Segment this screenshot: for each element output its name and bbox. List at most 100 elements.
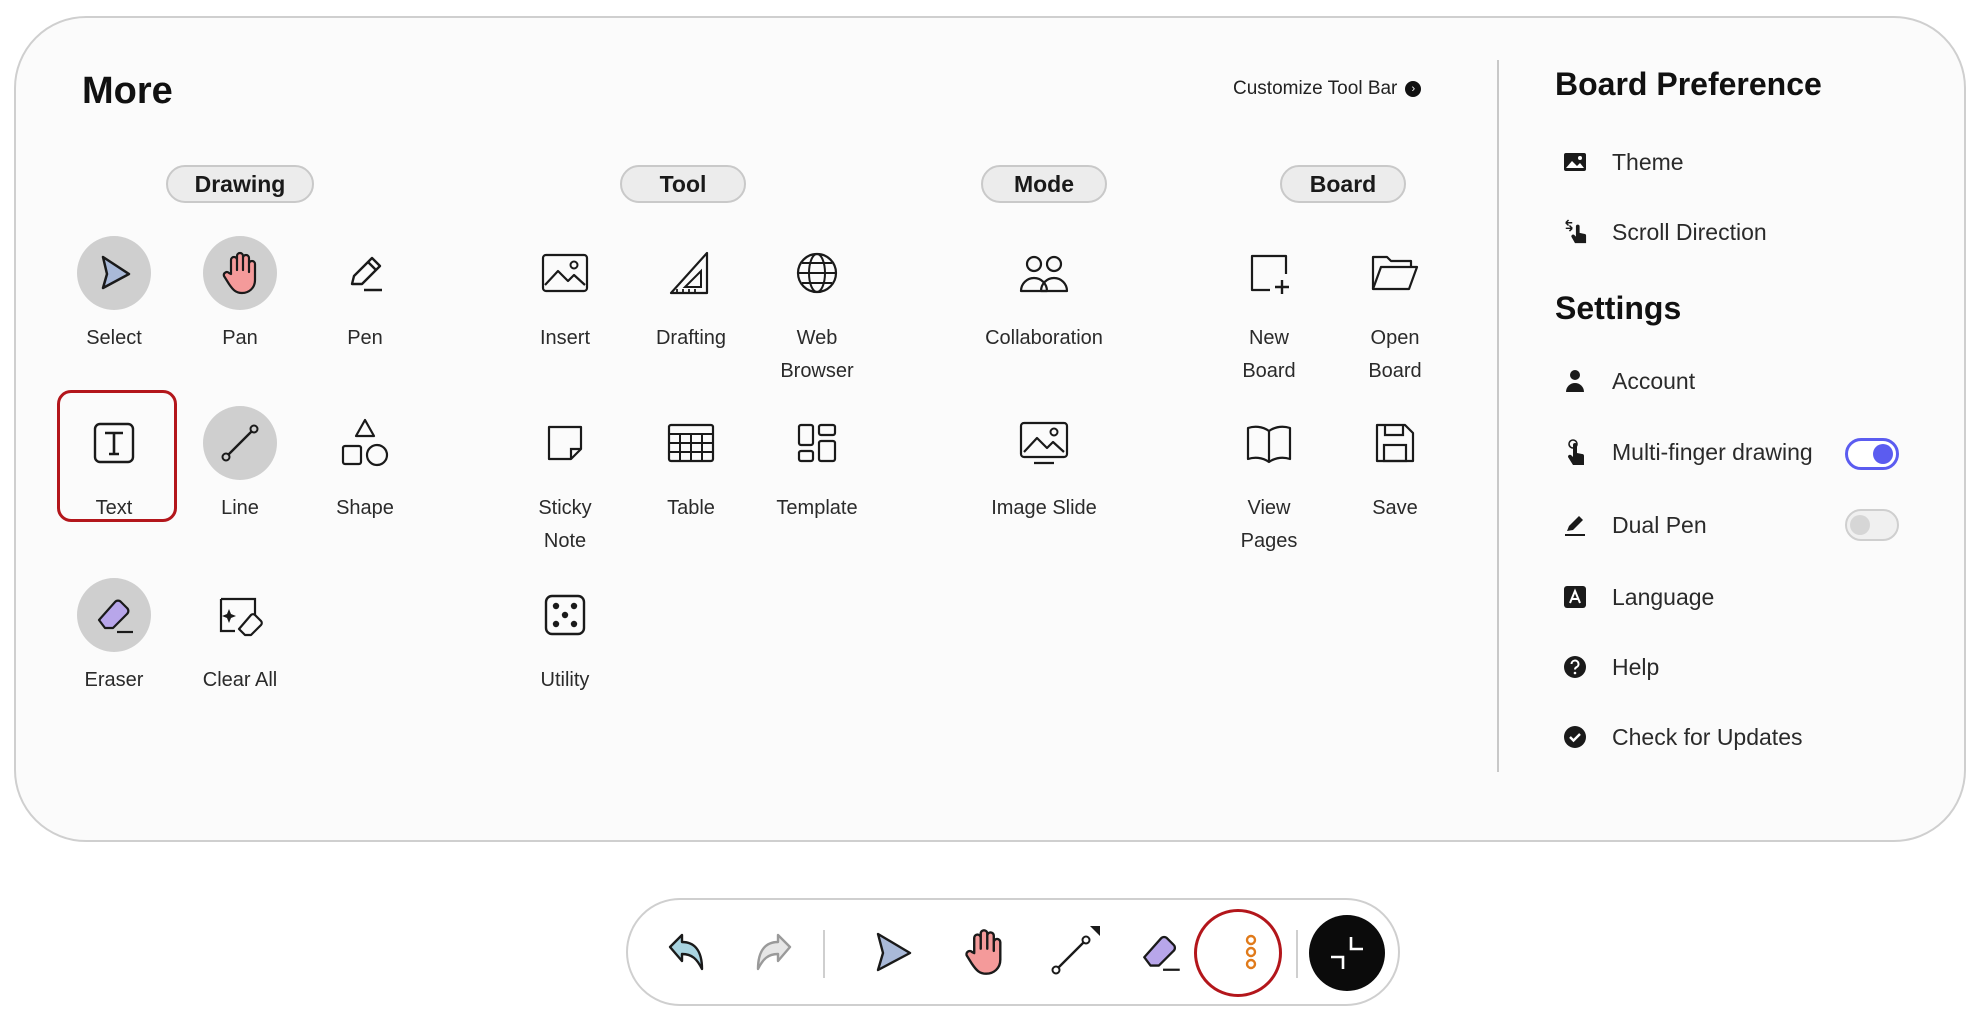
tool-insert[interactable]: Insert xyxy=(506,236,624,355)
users-icon xyxy=(1007,236,1081,310)
toolbar-separator xyxy=(1296,930,1298,978)
toolbar-separator xyxy=(823,930,825,978)
collapse-toolbar-button[interactable] xyxy=(1309,915,1385,991)
tool-view-pages[interactable]: View Pages xyxy=(1210,406,1328,558)
multi-finger-toggle[interactable] xyxy=(1845,438,1899,470)
tool-label: Drafting xyxy=(655,327,727,349)
eraser-icon xyxy=(77,578,151,652)
tool-label: Pen xyxy=(347,327,383,349)
theme-label: Theme xyxy=(1612,148,1684,175)
check-updates-item[interactable]: Check for Updates xyxy=(1563,717,1903,757)
tool-text[interactable]: Text xyxy=(55,406,173,525)
undo-icon xyxy=(668,933,704,971)
panel-divider xyxy=(1497,60,1499,772)
tool-select[interactable]: Select xyxy=(55,236,173,355)
image-icon xyxy=(528,236,602,310)
tool-utility[interactable]: Utility xyxy=(506,578,624,697)
tool-label: New Board xyxy=(1242,327,1296,382)
tool-template[interactable]: Template xyxy=(758,406,876,525)
select-arrow-icon xyxy=(876,932,912,972)
category-mode: Mode xyxy=(981,165,1107,203)
theme-icon xyxy=(1563,150,1587,174)
tool-drafting[interactable]: Drafting xyxy=(632,236,750,355)
language-label: Language xyxy=(1612,583,1715,610)
tool-new-board[interactable]: New Board xyxy=(1210,236,1328,388)
hand-icon xyxy=(965,929,1002,975)
tool-sticky-note[interactable]: Sticky Note xyxy=(506,406,624,558)
help-item[interactable]: Help xyxy=(1563,647,1903,687)
tool-pen[interactable]: Pen xyxy=(306,236,424,355)
tool-label: Select xyxy=(86,327,142,349)
settings-title: Settings xyxy=(1555,290,1682,326)
tool-line[interactable]: Line xyxy=(181,406,299,525)
pen-icon xyxy=(328,236,402,310)
customize-toolbar-link[interactable]: Customize Tool Bar › xyxy=(1233,78,1422,100)
line-icon xyxy=(1051,926,1100,975)
tool-table[interactable]: Table xyxy=(632,406,750,525)
tool-web-browser[interactable]: Web Browser xyxy=(758,236,876,388)
toolbar-pan-button[interactable] xyxy=(952,920,1016,984)
template-icon xyxy=(780,406,854,480)
language-item[interactable]: Language xyxy=(1563,577,1903,617)
theme-item[interactable]: Theme xyxy=(1563,142,1903,182)
tool-eraser[interactable]: Eraser xyxy=(55,578,173,697)
tool-label: Save xyxy=(1372,497,1418,519)
image-slide-icon xyxy=(1007,406,1081,480)
tool-label: Sticky Note xyxy=(538,497,592,552)
tool-shape[interactable]: Shape xyxy=(306,406,424,525)
touch-icon xyxy=(1563,439,1587,465)
tool-label: Shape xyxy=(336,497,394,519)
book-icon xyxy=(1232,406,1306,480)
tool-collaboration[interactable]: Collaboration xyxy=(974,236,1114,355)
account-item[interactable]: Account xyxy=(1563,361,1903,401)
table-icon xyxy=(654,406,728,480)
tool-label: Web Browser xyxy=(780,327,854,382)
category-tool: Tool xyxy=(620,165,746,203)
dual-pen-icon xyxy=(1563,513,1587,537)
scroll-direction-label: Scroll Direction xyxy=(1612,218,1767,245)
toolbar-eraser-button[interactable] xyxy=(1130,920,1194,984)
scroll-direction-item[interactable]: Scroll Direction xyxy=(1563,212,1903,252)
toolbar-more-button[interactable] xyxy=(1219,920,1283,984)
scroll-direction-icon xyxy=(1563,219,1587,244)
tool-save[interactable]: Save xyxy=(1336,406,1454,525)
tool-label: Pan xyxy=(222,327,258,349)
dual-pen-toggle[interactable] xyxy=(1845,509,1899,541)
help-icon xyxy=(1563,655,1587,679)
toggle-knob xyxy=(1850,515,1870,535)
tool-label: Utility xyxy=(540,669,590,691)
bottom-toolbar xyxy=(626,898,1400,1006)
tool-clear-all[interactable]: Clear All xyxy=(181,578,299,697)
tool-label: Line xyxy=(221,497,259,519)
dice-icon xyxy=(528,578,602,652)
tool-label: Open Board xyxy=(1368,327,1422,382)
toolbar-line-button[interactable] xyxy=(1042,920,1106,984)
globe-icon xyxy=(780,236,854,310)
save-icon xyxy=(1358,406,1432,480)
folder-open-icon xyxy=(1358,236,1432,310)
collapse-icon xyxy=(1331,937,1363,969)
multi-finger-label: Multi-finger drawing xyxy=(1612,438,1813,465)
dual-pen-label: Dual Pen xyxy=(1612,511,1707,538)
tool-open-board[interactable]: Open Board xyxy=(1336,236,1454,388)
page-title: More xyxy=(82,70,173,112)
toggle-knob xyxy=(1873,444,1893,464)
tool-label: Clear All xyxy=(202,669,278,691)
text-icon xyxy=(77,406,151,480)
new-board-icon xyxy=(1232,236,1306,310)
tool-image-slide[interactable]: Image Slide xyxy=(974,406,1114,525)
toolbar-select-button[interactable] xyxy=(861,920,925,984)
tool-label: View Pages xyxy=(1240,497,1298,552)
board-preference-title: Board Preference xyxy=(1555,66,1822,102)
undo-button[interactable] xyxy=(653,920,717,984)
tool-label: Eraser xyxy=(84,669,144,691)
shape-icon xyxy=(328,406,402,480)
tool-label: Table xyxy=(667,497,715,519)
tool-pan[interactable]: Pan xyxy=(181,236,299,355)
chevron-right-icon: › xyxy=(1405,81,1422,97)
tool-label: Insert xyxy=(539,327,591,349)
category-drawing: Drawing xyxy=(166,165,314,203)
redo-button[interactable] xyxy=(743,920,807,984)
set-square-icon xyxy=(654,236,728,310)
select-arrow-icon xyxy=(77,236,151,310)
